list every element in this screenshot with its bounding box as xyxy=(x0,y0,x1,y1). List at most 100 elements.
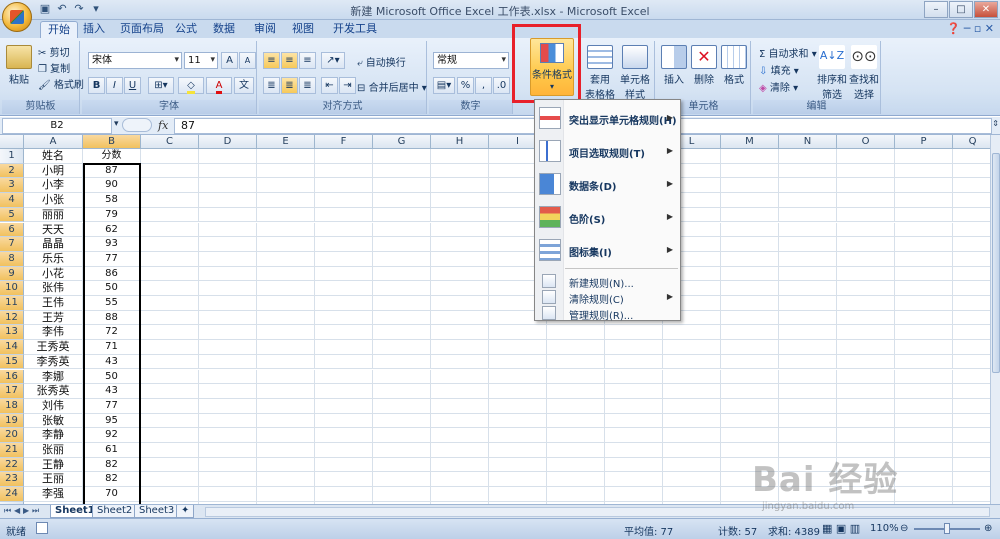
empty-cell[interactable] xyxy=(373,354,431,370)
help-icon[interactable]: ❓ ─ ▫ ✕ xyxy=(947,22,994,35)
empty-cell[interactable] xyxy=(895,310,953,326)
empty-cell[interactable] xyxy=(141,384,199,399)
empty-cell[interactable] xyxy=(431,149,489,164)
insert-function-button[interactable]: fx xyxy=(158,119,168,132)
empty-cell[interactable] xyxy=(431,340,489,355)
number-format-select[interactable]: 常规 xyxy=(433,52,509,69)
empty-cell[interactable] xyxy=(199,428,257,443)
empty-cell[interactable] xyxy=(257,325,315,341)
tab-developer[interactable]: 开发工具 xyxy=(326,21,384,38)
score-cell[interactable]: 55 xyxy=(83,296,141,311)
empty-cell[interactable] xyxy=(837,251,895,267)
empty-cell[interactable] xyxy=(837,281,895,296)
empty-cell[interactable] xyxy=(373,266,431,282)
tab-data[interactable]: 数据 xyxy=(206,21,242,38)
empty-cell[interactable] xyxy=(257,457,315,473)
empty-cell[interactable] xyxy=(663,443,721,458)
empty-cell[interactable] xyxy=(547,413,605,429)
empty-cell[interactable] xyxy=(373,163,431,179)
empty-cell[interactable] xyxy=(431,178,489,194)
row-header[interactable]: 15 xyxy=(0,354,24,370)
empty-cell[interactable] xyxy=(431,369,489,385)
empty-cell[interactable] xyxy=(373,310,431,326)
decrease-indent-button[interactable]: ⇤ xyxy=(321,77,338,94)
empty-cell[interactable] xyxy=(895,207,953,223)
score-cell[interactable]: 77 xyxy=(83,251,141,267)
menu-item-color-scales[interactable]: 色阶(S) ▶ xyxy=(535,203,680,233)
empty-cell[interactable] xyxy=(721,369,779,385)
empty-cell[interactable] xyxy=(141,237,199,252)
empty-cell[interactable] xyxy=(199,443,257,458)
empty-cell[interactable] xyxy=(953,311,990,326)
fill-button[interactable]: ⇩ 填充 ▾ xyxy=(759,62,799,77)
empty-cell[interactable] xyxy=(547,354,605,370)
empty-cell[interactable] xyxy=(257,369,315,385)
row-header[interactable]: 5 xyxy=(0,207,24,223)
score-cell[interactable]: 86 xyxy=(83,266,141,282)
empty-cell[interactable] xyxy=(199,325,257,341)
empty-cell[interactable] xyxy=(953,149,990,164)
empty-cell[interactable] xyxy=(953,267,990,282)
empty-cell[interactable] xyxy=(257,281,315,296)
empty-cell[interactable] xyxy=(199,207,257,223)
menu-item-top-bottom-rules[interactable]: 项目选取规则(T) ▶ xyxy=(535,137,680,167)
empty-cell[interactable] xyxy=(663,398,721,414)
empty-cell[interactable] xyxy=(257,296,315,311)
name-cell[interactable]: 李静 xyxy=(24,428,83,443)
name-cell[interactable]: 小张 xyxy=(24,193,83,208)
empty-cell[interactable] xyxy=(141,354,199,370)
empty-cell[interactable] xyxy=(779,296,837,311)
empty-cell[interactable] xyxy=(315,398,373,414)
row-header[interactable]: 14 xyxy=(0,340,24,355)
empty-cell[interactable] xyxy=(837,296,895,311)
row-header[interactable]: 18 xyxy=(0,398,24,414)
column-header-h[interactable]: H xyxy=(431,135,489,149)
zoom-in-icon[interactable]: ⊕ xyxy=(984,523,992,534)
empty-cell[interactable] xyxy=(837,207,895,223)
accounting-format-button[interactable]: ▤▾ xyxy=(433,77,455,94)
empty-cell[interactable] xyxy=(315,266,373,282)
sheet-tab-3[interactable]: Sheet3 xyxy=(134,505,180,518)
empty-cell[interactable] xyxy=(547,369,605,385)
empty-cell[interactable] xyxy=(315,487,373,502)
empty-cell[interactable] xyxy=(895,443,953,458)
name-cell[interactable]: 小明 xyxy=(24,163,83,179)
menu-item-manage-rules[interactable]: 管理规则(R)... xyxy=(535,305,680,322)
empty-cell[interactable] xyxy=(257,443,315,458)
menu-item-data-bars[interactable]: 数据条(D) ▶ xyxy=(535,170,680,200)
empty-cell[interactable] xyxy=(895,369,953,385)
name-cell[interactable]: 李秀英 xyxy=(24,354,83,370)
empty-cell[interactable] xyxy=(199,281,257,296)
empty-cell[interactable] xyxy=(953,355,990,370)
empty-cell[interactable] xyxy=(199,384,257,399)
empty-cell[interactable] xyxy=(895,237,953,252)
empty-cell[interactable] xyxy=(547,398,605,414)
percent-button[interactable]: % xyxy=(457,77,474,94)
empty-cell[interactable] xyxy=(431,487,489,502)
empty-cell[interactable] xyxy=(895,193,953,208)
tab-view[interactable]: 视图 xyxy=(285,21,321,38)
scroll-thumb[interactable] xyxy=(992,153,1000,373)
empty-cell[interactable] xyxy=(895,178,953,194)
empty-cell[interactable] xyxy=(199,149,257,164)
empty-cell[interactable] xyxy=(605,325,663,341)
empty-cell[interactable] xyxy=(315,325,373,341)
empty-cell[interactable] xyxy=(779,237,837,252)
empty-cell[interactable] xyxy=(141,369,199,385)
empty-cell[interactable] xyxy=(199,266,257,282)
empty-cell[interactable] xyxy=(721,149,779,164)
empty-cell[interactable] xyxy=(315,281,373,296)
zoom-out-icon[interactable]: ⊖ xyxy=(900,523,908,534)
empty-cell[interactable] xyxy=(663,457,721,473)
empty-cell[interactable] xyxy=(141,163,199,179)
empty-cell[interactable] xyxy=(141,413,199,429)
row-header[interactable]: 23 xyxy=(0,472,24,488)
empty-cell[interactable] xyxy=(837,193,895,208)
border-button[interactable]: ⊞▾ xyxy=(148,77,174,94)
empty-cell[interactable] xyxy=(779,193,837,208)
empty-cell[interactable] xyxy=(199,369,257,385)
increase-indent-button[interactable]: ⇥ xyxy=(339,77,356,94)
empty-cell[interactable] xyxy=(489,428,547,443)
empty-cell[interactable] xyxy=(199,472,257,488)
find-select-button[interactable]: ⊙⊙ 查找和 选择 xyxy=(849,45,879,101)
